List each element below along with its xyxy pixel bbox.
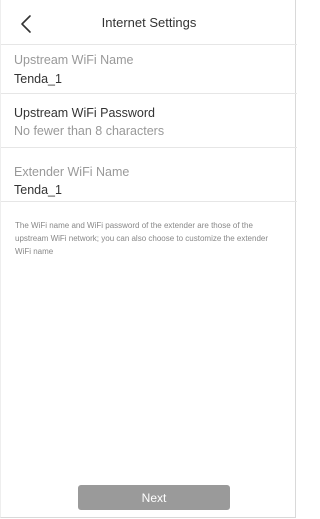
extender-wifi-name-label: Extender WiFi Name [14, 165, 130, 179]
upstream-wifi-name-value: Tenda_1 [14, 72, 62, 86]
extender-wifi-name-row: Extender WiFi Name [1, 149, 297, 202]
info-note: The WiFi name and WiFi password of the e… [15, 221, 269, 256]
upstream-wifi-name-label: Upstream WiFi Name [14, 53, 134, 67]
upstream-wifi-password-label: Upstream WiFi Password [14, 106, 155, 120]
page-title: Internet Settings [101, 15, 197, 30]
next-button[interactable]: Next [78, 485, 230, 510]
upstream-wifi-name-row: Upstream WiFi Name Tenda_1 [1, 45, 297, 94]
upstream-wifi-password-row: Upstream WiFi Password [1, 95, 297, 148]
upstream-wifi-password-input[interactable] [14, 124, 274, 138]
extender-wifi-name-input[interactable] [14, 183, 274, 197]
app-frame: Internet Settings Upstream WiFi Name Ten… [0, 0, 297, 518]
header-bar: Internet Settings [1, 0, 297, 45]
